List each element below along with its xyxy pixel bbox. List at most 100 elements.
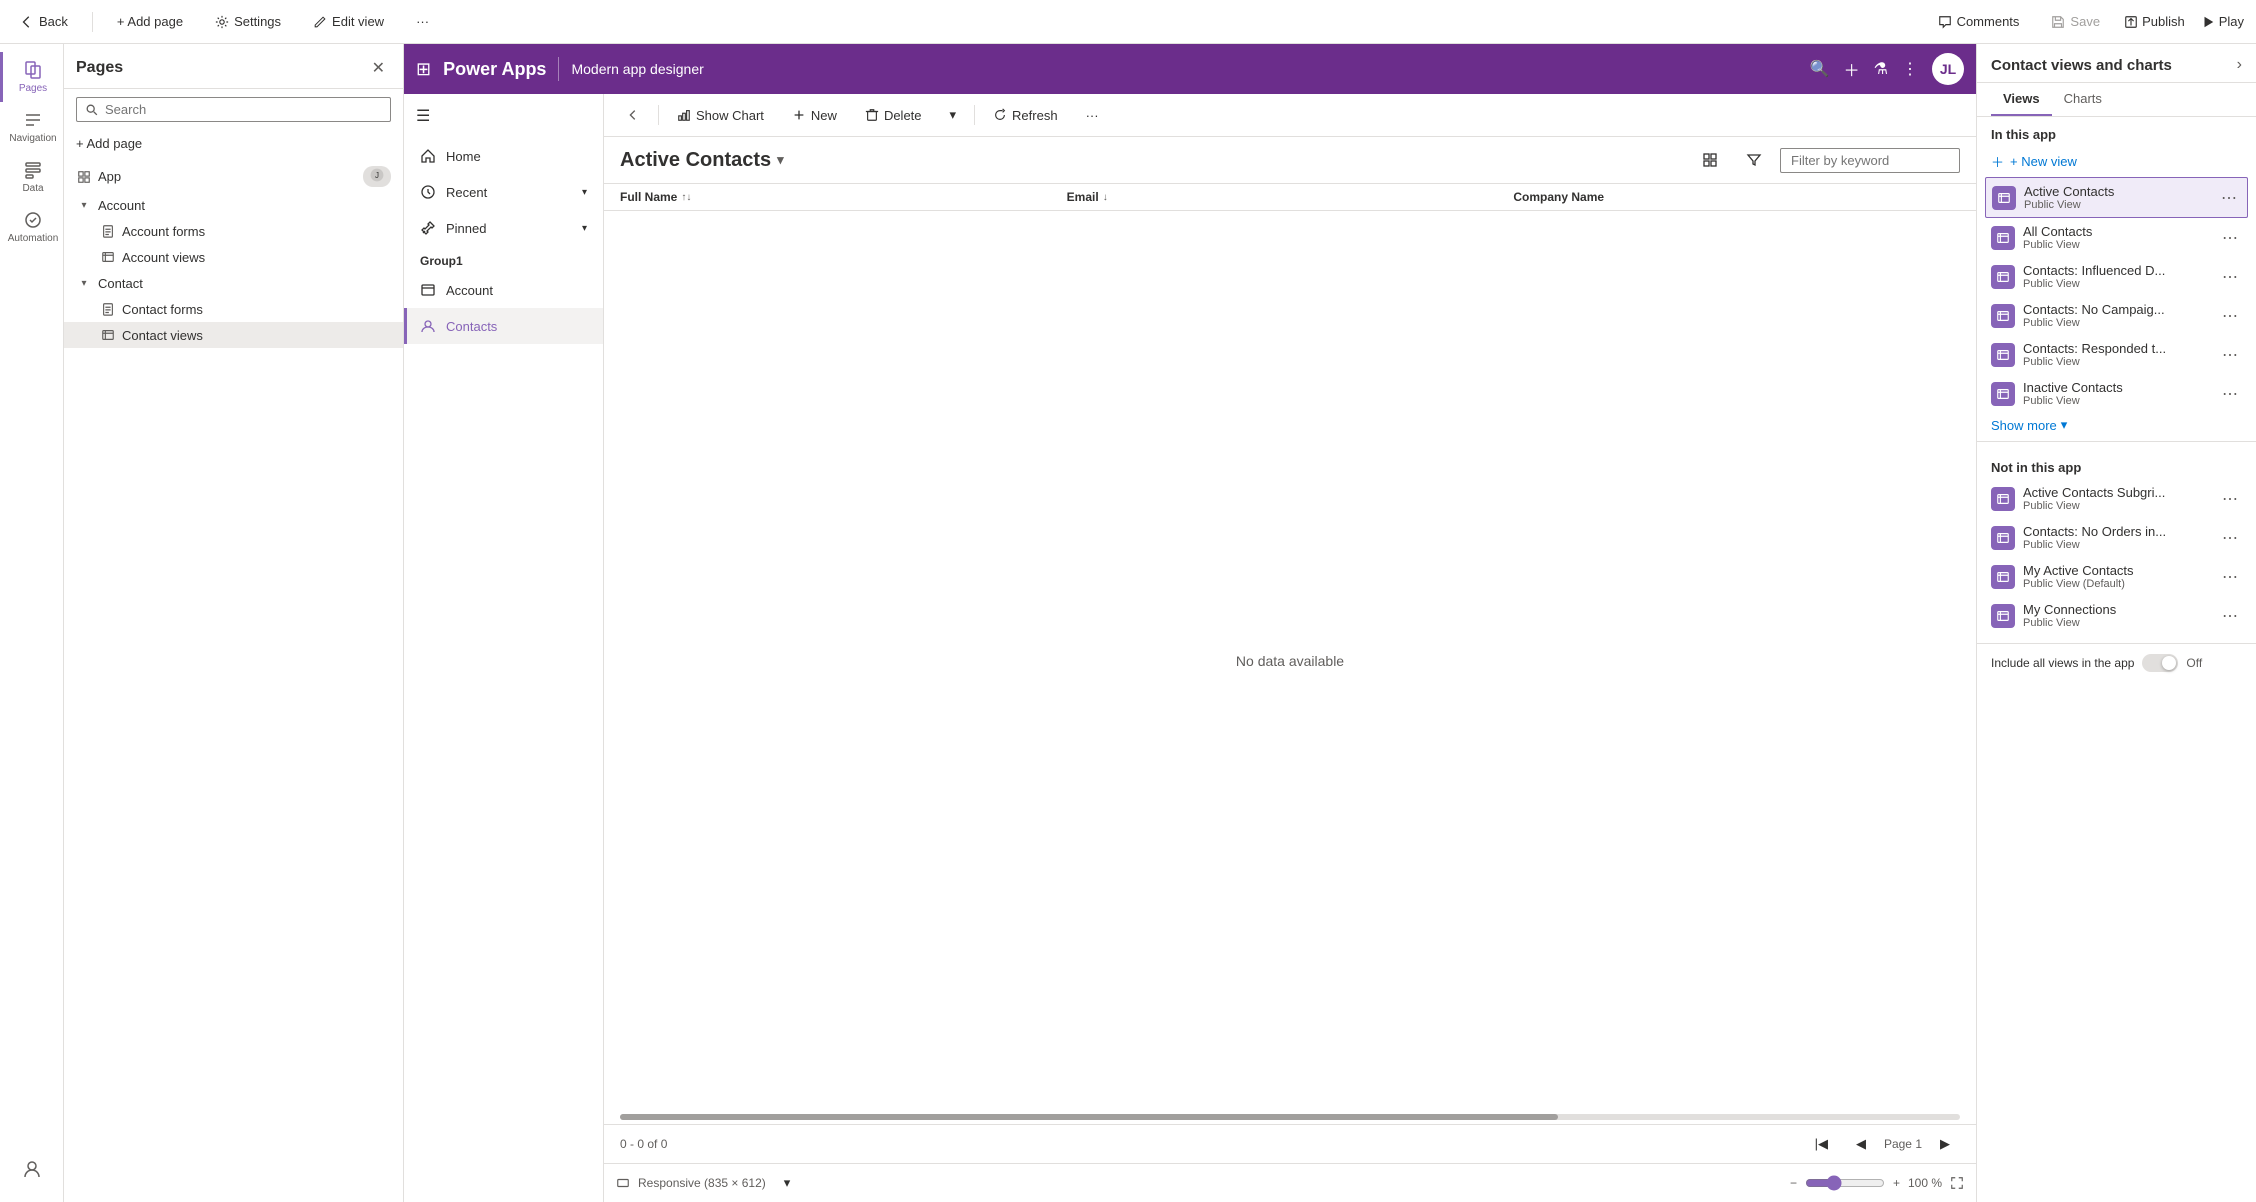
more-button[interactable]: ···: [408, 10, 437, 33]
toolbar-more-button[interactable]: ···: [1076, 103, 1109, 128]
nav-contacts-label: Contacts: [446, 319, 497, 334]
right-panel-header: Contact views and charts ›: [1977, 44, 2256, 83]
view-item-sub: Public View: [2023, 356, 2210, 368]
col-email[interactable]: Email ↓: [1067, 190, 1514, 204]
publish-button[interactable]: Publish: [2124, 14, 2185, 29]
view-item-my-active[interactable]: My Active Contacts Public View (Default)…: [1977, 557, 2256, 596]
view-more-button-5[interactable]: ⋯: [2218, 382, 2242, 406]
view-item-sub: Public View: [2023, 395, 2210, 407]
play-button[interactable]: Play: [2201, 14, 2244, 29]
more-app-icon[interactable]: ⋮: [1902, 59, 1918, 79]
back-button[interactable]: Back: [12, 10, 76, 33]
data-icon: [23, 160, 43, 180]
view-item-inactive[interactable]: Inactive Contacts Public View ⋯: [1977, 374, 2256, 413]
save-button[interactable]: Save: [2043, 10, 2108, 33]
show-chart-button[interactable]: Show Chart: [667, 103, 774, 128]
delete-label: Delete: [884, 108, 922, 123]
responsive-chevron[interactable]: ▾: [774, 1170, 801, 1196]
new-button[interactable]: New: [782, 103, 847, 128]
scrollbar-thumb[interactable]: [620, 1114, 1558, 1120]
view-item-my-connections[interactable]: My Connections Public View ⋯: [1977, 596, 2256, 635]
first-page-button[interactable]: |◀: [1805, 1131, 1838, 1157]
view-more-button-n2[interactable]: ⋯: [2218, 565, 2242, 589]
full-name-sort-icon: ↑↓: [681, 192, 691, 203]
zoom-plus[interactable]: +: [1893, 1176, 1900, 1190]
expand-panel-button[interactable]: ›: [2237, 56, 2242, 74]
app-grid-icon[interactable]: ⊞: [416, 59, 431, 80]
sidebar-item-data[interactable]: Data: [0, 152, 63, 202]
refresh-button[interactable]: Refresh: [983, 103, 1068, 128]
close-pages-button[interactable]: ✕: [366, 56, 391, 80]
prev-page-button[interactable]: ◀: [1846, 1131, 1876, 1157]
search-app-icon[interactable]: 🔍: [1810, 59, 1830, 79]
grid-empty: No data available: [604, 211, 1976, 1110]
tab-charts[interactable]: Charts: [2052, 83, 2114, 116]
view-item-no-orders[interactable]: Contacts: No Orders in... Public View ⋯: [1977, 518, 2256, 557]
sidebar-item-pages[interactable]: Pages: [0, 52, 63, 102]
scrollbar-track[interactable]: [620, 1114, 1960, 1120]
nav-home[interactable]: Home: [404, 138, 603, 174]
nav-account[interactable]: Account: [404, 272, 603, 308]
view-item-all-contacts[interactable]: All Contacts Public View ⋯: [1977, 218, 2256, 257]
top-bar: Back + Add page Settings Edit view ··· C…: [0, 0, 2256, 44]
edit-view-button[interactable]: Edit view: [305, 10, 392, 33]
view-more-button-n0[interactable]: ⋯: [2218, 487, 2242, 511]
filter-input[interactable]: [1780, 148, 1960, 173]
next-page-button[interactable]: ▶: [1930, 1131, 1960, 1157]
refresh-icon: [993, 108, 1007, 122]
svg-text:J: J: [375, 171, 379, 180]
zoom-slider[interactable]: [1805, 1175, 1885, 1191]
comments-button[interactable]: Comments: [1930, 10, 2028, 33]
nav-item-account[interactable]: ▾ Account: [64, 192, 403, 218]
settings-button[interactable]: Settings: [207, 10, 289, 33]
nav-item-contact-views[interactable]: Contact views: [64, 322, 403, 348]
nav-item-account-views[interactable]: Account views: [64, 244, 403, 270]
delete-button[interactable]: Delete: [855, 103, 932, 128]
view-more-button-3[interactable]: ⋯: [2218, 304, 2242, 328]
view-item-subgrid[interactable]: Active Contacts Subgri... Public View ⋯: [1977, 479, 2256, 518]
nav-pinned[interactable]: Pinned ▾: [404, 210, 603, 246]
new-view-link[interactable]: ＋ + New view: [1977, 146, 2256, 177]
view-more-button-2[interactable]: ⋯: [2218, 265, 2242, 289]
view-more-button-n3[interactable]: ⋯: [2218, 604, 2242, 628]
view-item-no-campaign[interactable]: Contacts: No Campaig... Public View ⋯: [1977, 296, 2256, 335]
search-input[interactable]: [105, 102, 382, 117]
view-more-button-n1[interactable]: ⋯: [2218, 526, 2242, 550]
grid-filter-button[interactable]: [1736, 147, 1772, 173]
hamburger-icon[interactable]: ☰: [404, 94, 603, 138]
filter-app-icon[interactable]: ⚗: [1874, 59, 1888, 79]
zoom-minus[interactable]: −: [1790, 1176, 1797, 1190]
search-box[interactable]: [76, 97, 391, 122]
nav-item-contact[interactable]: ▾ Contact: [64, 270, 403, 296]
view-more-button-1[interactable]: ⋯: [2218, 226, 2242, 250]
sidebar-item-automation[interactable]: Automation: [0, 202, 63, 252]
view-item-sub: Public View: [2023, 617, 2210, 629]
view-more-button-0[interactable]: ⋯: [2217, 186, 2241, 210]
view-item-name: Contacts: No Campaig...: [2023, 302, 2210, 317]
add-page-label-sidebar: + Add page: [76, 136, 142, 151]
add-page-button[interactable]: + Add page: [109, 10, 191, 33]
back-toolbar-button[interactable]: [616, 103, 650, 127]
col-full-name[interactable]: Full Name ↑↓: [620, 190, 1067, 204]
view-item-active-contacts[interactable]: Active Contacts Public View ⋯: [1985, 177, 2248, 218]
nav-contacts[interactable]: Contacts: [404, 308, 603, 344]
view-item-influenced[interactable]: Contacts: Influenced D... Public View ⋯: [1977, 257, 2256, 296]
show-more-button[interactable]: Show more ▾: [1977, 413, 2256, 437]
nav-item-contact-forms[interactable]: Contact forms: [64, 296, 403, 322]
sidebar-item-navigation[interactable]: Navigation: [0, 102, 63, 152]
tab-views[interactable]: Views: [1991, 83, 2052, 116]
view-more-button-4[interactable]: ⋯: [2218, 343, 2242, 367]
view-item-name: All Contacts: [2023, 224, 2210, 239]
add-app-icon[interactable]: ＋: [1844, 57, 1860, 81]
nav-item-account-forms[interactable]: Account forms: [64, 218, 403, 244]
view-icon: [1991, 226, 2015, 250]
nav-item-app[interactable]: App J: [64, 161, 403, 192]
dropdown-button[interactable]: ▾: [940, 102, 967, 128]
add-page-button-sidebar[interactable]: + Add page: [64, 130, 403, 157]
grid-title-chevron[interactable]: ▾: [777, 152, 784, 168]
grid-view-toggle[interactable]: [1692, 147, 1728, 173]
nav-recent[interactable]: Recent ▾: [404, 174, 603, 210]
app-bar-right: 🔍 ＋ ⚗ ⋮ JL: [1810, 53, 1964, 85]
view-item-responded[interactable]: Contacts: Responded t... Public View ⋯: [1977, 335, 2256, 374]
toggle-switch[interactable]: [2142, 654, 2178, 672]
